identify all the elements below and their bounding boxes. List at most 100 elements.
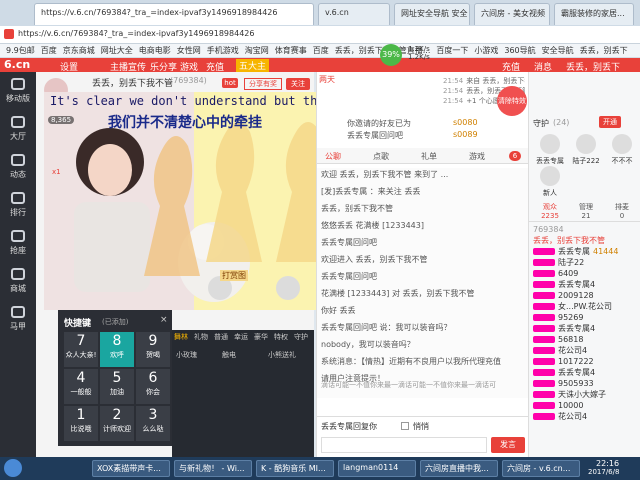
gift-item-label[interactable]: 小熊送礼 — [268, 350, 296, 360]
bookmark-item[interactable]: 百度 — [313, 44, 329, 57]
start-button[interactable] — [4, 459, 22, 477]
viewer-row[interactable]: 丢丢专属 41444 — [529, 246, 640, 257]
bookmark-item[interactable]: 小游戏 — [474, 44, 498, 57]
gift-item-label[interactable]: 小玫瑰 — [176, 350, 197, 360]
quick-key[interactable]: 1 比说哦 — [64, 406, 98, 441]
gift-tab[interactable]: 普通 — [214, 332, 228, 342]
promo-button[interactable]: 清除特效 — [497, 86, 527, 116]
header-item[interactable]: 五大主 — [236, 59, 270, 72]
viewer-row[interactable]: 花公司4 — [529, 411, 640, 422]
guard-item[interactable]: 不不不 — [605, 134, 639, 166]
browser-tab[interactable]: v.6.cn — [318, 3, 390, 25]
viewer-row[interactable]: 女...PW.花公司 — [529, 301, 640, 312]
guard-item[interactable]: 丢丢专属 — [533, 134, 567, 166]
browser-tab[interactable]: 网址安全导航 安全 — [394, 3, 470, 25]
bookmark-item[interactable]: 女性网 — [177, 44, 201, 57]
gift-tab[interactable]: 特权 — [274, 332, 288, 342]
gift-tab[interactable]: 幸运 — [234, 332, 248, 342]
guard-item[interactable]: 陆子222 — [569, 134, 603, 166]
bookmark-item[interactable]: 网址大全 — [101, 44, 133, 57]
nav-item[interactable]: 移动版 — [0, 72, 36, 110]
level-badge — [533, 358, 555, 365]
bookmark-item[interactable]: 9.9包邮 — [6, 44, 35, 57]
taskbar-item[interactable]: langman0114 — [338, 460, 416, 477]
top-user-name[interactable]: 丢丢，别丢下我不管 — [529, 235, 640, 246]
viewer-row[interactable]: 1017222 — [529, 356, 640, 367]
quick-key[interactable]: 9 贺喝 — [136, 332, 170, 367]
nav-item[interactable]: 抢座 — [0, 224, 36, 262]
viewer-row[interactable]: 6409 — [529, 268, 640, 279]
viewer-row[interactable]: 10000 — [529, 400, 640, 411]
nav-item[interactable]: 大厅 — [0, 110, 36, 148]
chat-tab[interactable]: 礼单 — [421, 151, 437, 162]
bookmark-item[interactable]: 手机游戏 — [207, 44, 239, 57]
bookmark-item[interactable]: 京东商城 — [63, 44, 95, 57]
chat-input[interactable] — [321, 437, 487, 453]
chat-tab[interactable]: 游戏 — [469, 151, 485, 162]
bookmark-item[interactable]: 丢丢，别丢下 — [580, 44, 628, 57]
taskbar-item[interactable]: 六间房直播中我... — [420, 460, 498, 477]
bookmark-item[interactable]: 百度一下 — [436, 44, 468, 57]
address-bar[interactable]: https://v.6.cn/769384?_tra_=index-ipvaf3… — [0, 26, 640, 44]
chat-tab[interactable]: 公聊 — [325, 151, 341, 162]
viewer-row[interactable]: 56818 — [529, 334, 640, 345]
quick-key[interactable]: 7 众人大亲! — [64, 332, 98, 367]
audience-tab[interactable]: 观众 2235 — [533, 202, 567, 220]
gift-tab[interactable]: 礼物 — [194, 332, 208, 342]
gift-tab[interactable]: 守护 — [294, 332, 308, 342]
bookmark-item[interactable]: 体育赛事 — [275, 44, 307, 57]
whisper-checkbox[interactable] — [401, 422, 409, 430]
audience-tab[interactable]: 排麦 0 — [605, 202, 639, 220]
nav-item[interactable]: 马甲 — [0, 300, 36, 338]
url-text[interactable]: https://v.6.cn/769384?_tra_=index-ipvaf3… — [18, 29, 254, 38]
gift-tab[interactable]: 舞林 — [174, 332, 188, 342]
taskbar-item[interactable]: 六间房 - v.6.cn... — [502, 460, 580, 477]
close-icon[interactable]: × — [160, 315, 168, 325]
quick-key[interactable]: 5 加油 — [100, 369, 134, 404]
share-button[interactable]: 分享有奖 — [244, 78, 282, 90]
taskbar-item[interactable]: 与新礼物！ - Wi... — [174, 460, 252, 477]
open-guard-button[interactable]: 开通 — [599, 116, 621, 128]
viewer-row[interactable]: 花公司4 — [529, 345, 640, 356]
viewer-row[interactable]: 丢丢专属4 — [529, 367, 640, 378]
guard-item[interactable]: 新人 — [533, 166, 567, 198]
chat-message: 丢丢专属回问吧 — [321, 238, 377, 247]
reply-target[interactable]: 丢丢专属回复你 — [321, 421, 377, 432]
taskbar-item[interactable]: XOX素描带声卡... — [92, 460, 170, 477]
chat-tab[interactable]: 点歌 — [373, 151, 389, 162]
browser-tab[interactable]: 六间房 - 美女视频 — [474, 3, 550, 25]
viewer-row[interactable]: 95269 — [529, 312, 640, 323]
viewer-row[interactable]: 2009128 — [529, 290, 640, 301]
nav-label: 动态 — [10, 170, 26, 179]
quick-key[interactable]: 4 一般般 — [64, 369, 98, 404]
taskbar-item[interactable]: K - 酷狗音乐 MI... — [256, 460, 334, 477]
viewer-row[interactable]: 陆子22 — [529, 257, 640, 268]
quick-key[interactable]: 8 欢呼 — [100, 332, 134, 367]
quick-key[interactable]: 6 你会 — [136, 369, 170, 404]
quick-key[interactable]: 3 么么哒 — [136, 406, 170, 441]
gift-name: 打赏图 — [220, 270, 248, 281]
gift-item-label[interactable]: 触电 — [222, 350, 236, 360]
viewer-row[interactable]: 天诛小大嫁子 — [529, 389, 640, 400]
video-player[interactable]: It's clear we don't understand but th 我们… — [44, 92, 316, 310]
browser-tab[interactable]: 霸服装修的家居... — [554, 3, 634, 25]
nav-item[interactable]: 动态 — [0, 148, 36, 186]
viewer-row[interactable]: 丢丢专属4 — [529, 323, 640, 334]
viewer-row[interactable]: 9505933 — [529, 378, 640, 389]
chat-input-area: 丢丢专属回复你 悄悄 发言 — [317, 416, 529, 457]
gift-tab[interactable]: 豪华 — [254, 332, 268, 342]
bookmark-item[interactable]: 百度 — [41, 44, 57, 57]
audience-tab[interactable]: 管理 21 — [569, 202, 603, 220]
bookmark-item[interactable]: 电商电影 — [139, 44, 171, 57]
site-logo[interactable]: 6.cn — [4, 58, 30, 71]
quick-key[interactable]: 2 计师欢迎 — [100, 406, 134, 441]
send-button[interactable]: 发言 — [491, 437, 525, 453]
follow-button[interactable]: 关注 — [286, 78, 310, 90]
nav-item[interactable]: 商城 — [0, 262, 36, 300]
bookmark-item[interactable]: 淘宝网 — [245, 44, 269, 57]
bookmark-item[interactable]: 安全导航 — [542, 44, 574, 57]
browser-tab-active[interactable]: https://v.6.cn/769384?_tra_=index-ipvaf3… — [34, 3, 314, 25]
viewer-row[interactable]: 丢丢专属4 — [529, 279, 640, 290]
bookmark-item[interactable]: 360导航 — [504, 44, 535, 57]
nav-item[interactable]: 排行 — [0, 186, 36, 224]
